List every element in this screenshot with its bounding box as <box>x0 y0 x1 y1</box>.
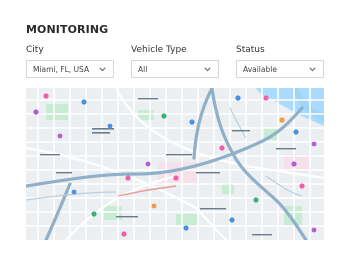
map-pin-icon <box>279 117 285 123</box>
city-select[interactable]: Miami, FL, USA <box>26 60 114 78</box>
vehicle-type-label: Vehicle Type <box>131 45 187 55</box>
map-pin-icon <box>189 119 195 125</box>
map-park <box>222 184 234 194</box>
map-pin-icon <box>229 217 235 223</box>
map-pin-icon <box>173 175 179 181</box>
map-pin-icon <box>151 203 157 209</box>
map-pin-icon <box>33 109 39 115</box>
city-label: City <box>26 45 44 55</box>
map-pin-icon <box>299 183 305 189</box>
map-park <box>104 206 122 220</box>
map-pin-icon <box>71 189 77 195</box>
map-pin-icon <box>43 93 49 99</box>
map-pin-icon <box>219 145 225 151</box>
map-pin-icon <box>107 123 113 129</box>
vehicle-type-filter: Vehicle Type All <box>131 45 219 78</box>
map-pin-icon <box>311 227 317 233</box>
map-park <box>176 214 198 226</box>
map-pin-icon <box>293 129 299 135</box>
map-pin-icon <box>253 197 259 203</box>
map-view[interactable] <box>26 88 324 240</box>
map-pin-icon <box>57 133 63 139</box>
map-pin-icon <box>263 95 269 101</box>
map-pin-icon <box>311 141 317 147</box>
map-pin-icon <box>81 99 87 105</box>
map-pin-icon <box>125 175 131 181</box>
map-pin-icon <box>121 231 127 237</box>
chevron-down-icon <box>308 66 316 72</box>
map-pin-icon <box>235 95 241 101</box>
vehicle-type-select-value: All <box>138 64 148 74</box>
map-pin-icon <box>291 161 297 167</box>
map-canvas[interactable] <box>26 88 324 240</box>
city-filter: City Miami, FL, USA <box>26 45 114 78</box>
status-select[interactable]: Available <box>236 60 324 78</box>
vehicle-type-select[interactable]: All <box>131 60 219 78</box>
map-pin-icon <box>145 161 151 167</box>
map-park <box>46 104 68 120</box>
status-select-value: Available <box>243 64 277 74</box>
map-pin-icon <box>183 225 189 231</box>
chevron-down-icon <box>98 66 106 72</box>
chevron-down-icon <box>203 66 211 72</box>
status-label: Status <box>236 45 265 55</box>
page-title: MONITORING <box>26 23 109 36</box>
city-select-value: Miami, FL, USA <box>33 64 90 74</box>
status-filter: Status Available <box>236 45 324 78</box>
map-pin-icon <box>161 113 167 119</box>
map-park <box>138 110 154 120</box>
map-pin-icon <box>91 211 97 217</box>
